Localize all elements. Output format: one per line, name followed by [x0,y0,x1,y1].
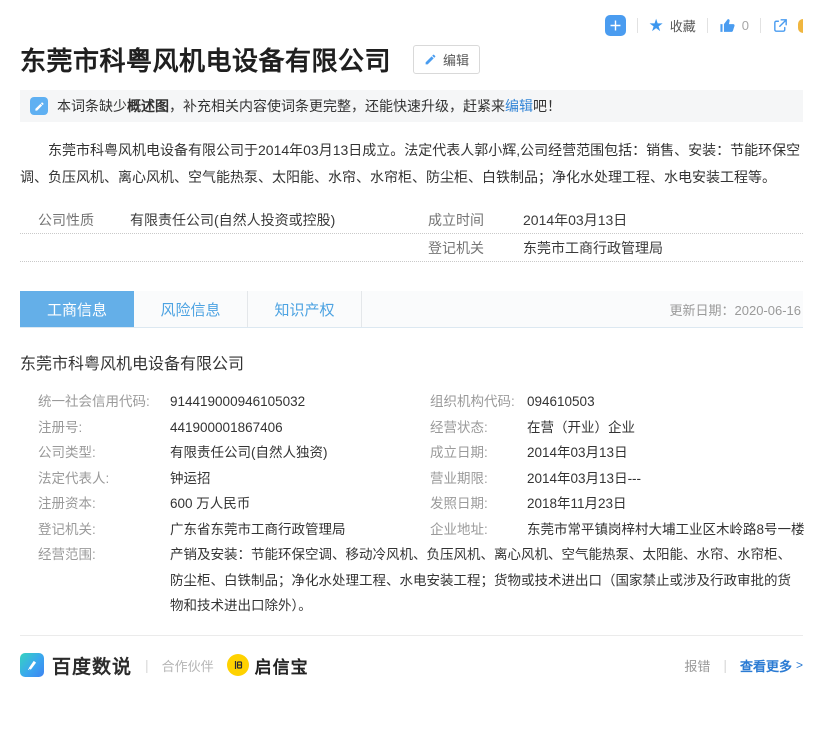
baidu-shushuo-brand-name: 百度数说 [52,652,132,679]
edit-button[interactable]: 编辑 [413,45,480,74]
thumbs-up-icon [719,17,736,34]
qixinbao-logo-icon [227,654,249,676]
field-label: 公司性质 [38,210,130,230]
report-error-link[interactable]: 报错 [684,656,710,675]
update-date: 更新日期：2020-06-16 [670,291,804,327]
qixinbao-brand[interactable]: 启信宝 [227,653,309,678]
share-button[interactable] [772,17,789,34]
notice-suffix: 吧！ [533,98,561,114]
tab-intellectual-property[interactable]: 知识产权 [248,291,362,327]
field-value: 东莞市常平镇岗梓村大埔工业区木岭路8号一楼 [527,517,805,543]
field-label: 营业期限: [430,466,527,492]
top-toolbar: ★ 收藏 0 [20,0,803,38]
toolbar-divider [707,18,708,33]
like-button[interactable]: 0 [719,17,749,34]
notice-text: 本词条缺少概述图，补充相关内容使词条更完整，还能快速升级，赶紧来编辑吧！ [57,96,561,116]
field-value: 东莞市工商行政管理局 [523,238,803,258]
page-title: 东莞市科粤风机电设备有限公司 [20,41,391,78]
qixinbao-brand-name: 启信宝 [255,653,309,678]
edit-button-label: 编辑 [443,50,469,69]
field-label: 法定代表人: [38,466,170,492]
detail-row: 统一社会信用代码: 914419000946105032 组织机构代码: 094… [20,389,803,415]
toolbar-divider [637,18,638,33]
field-label: 登记机关 [428,238,523,258]
favorite-button[interactable]: ★ 收藏 [649,16,696,35]
star-icon: ★ [649,17,664,34]
field-value: 2018年11月23日 [527,491,803,517]
detail-row: 公司类型: 有限责任公司(自然人独资) 成立日期: 2014年03月13日 [20,440,803,466]
tab-business-info[interactable]: 工商信息 [20,291,134,327]
pencil-icon [424,53,437,66]
footer: 百度数说 | 合作伙伴 启信宝 报错 | 查看更多 > [20,636,803,682]
footer-separator: | [145,657,149,673]
field-value: 2014年03月13日 [527,440,803,466]
detail-row: 登记机关: 广东省东莞市工商行政管理局 企业地址: 东莞市常平镇岗梓村大埔工业区… [20,517,803,543]
field-label: 成立时间 [428,210,523,230]
field-label: 经营范围: [38,542,170,619]
field-value: 产销及安装：节能环保空调、移动冷风机、负压风机、离心风机、空气能热泵、太阳能、水… [170,542,803,619]
basic-info-table: 公司性质 有限责任公司(自然人投资或控股) 成立时间 2014年03月13日 登… [20,206,803,262]
detail-company-name: 东莞市科粤风机电设备有限公司 [20,350,803,374]
clipped-edge-icon [798,19,803,33]
detail-row: 注册资本: 600 万人民币 发照日期: 2018年11月23日 [20,491,803,517]
chevron-right-icon: > [796,658,803,672]
notice-pencil-icon [30,97,48,115]
registration-detail-grid: 统一社会信用代码: 914419000946105032 组织机构代码: 094… [20,389,803,619]
footer-right: 报错 | 查看更多 > [684,656,803,675]
footer-separator: | [723,657,727,673]
field-label: 公司类型: [38,440,170,466]
field-value: 有限责任公司(自然人投资或控股) [130,210,428,230]
field-label: 经营状态: [430,415,527,441]
view-more-link[interactable]: 查看更多 > [740,656,803,675]
detail-row: 法定代表人: 钟运招 营业期限: 2014年03月13日--- [20,466,803,492]
partner-label: 合作伙伴 [162,656,214,675]
basic-info-row: 登记机关 东莞市工商行政管理局 [20,234,803,262]
toolbar-divider [760,18,761,33]
add-button[interactable] [605,15,626,36]
field-value: 600 万人民币 [170,491,430,517]
notice-edit-link[interactable]: 编辑 [505,98,533,114]
view-more-label: 查看更多 [740,656,792,675]
favorite-label: 收藏 [670,16,696,35]
field-label: 注册资本: [38,491,170,517]
page: ★ 收藏 0 东莞市科粤风机电设备有限公司 编辑 本词条缺少概述图，补充相关内容… [0,0,823,753]
notice-middle: ，补充相关内容使词条更完整，还能快速升级，赶紧来 [169,98,505,114]
share-icon [772,17,789,34]
basic-info-row: 公司性质 有限责任公司(自然人投资或控股) 成立时间 2014年03月13日 [20,206,803,234]
field-label: 组织机构代码: [430,389,527,415]
baidu-shushuo-logo-icon [20,653,44,677]
title-row: 东莞市科粤风机电设备有限公司 编辑 [20,40,803,78]
field-value: 在营（开业）企业 [527,415,803,441]
field-label: 注册号: [38,415,170,441]
tab-risk-info[interactable]: 风险信息 [134,291,248,327]
field-value: 441900001867406 [170,415,430,441]
field-label: 成立日期: [430,440,527,466]
field-label: 统一社会信用代码: [38,389,170,415]
field-value: 广东省东莞市工商行政管理局 [170,517,430,543]
field-value: 914419000946105032 [170,389,430,415]
field-value: 094610503 [527,389,803,415]
notice-prefix: 本词条缺少 [57,98,127,114]
field-label: 登记机关: [38,517,170,543]
notice-bar: 本词条缺少概述图，补充相关内容使词条更完整，还能快速升级，赶紧来编辑吧！ [20,90,803,122]
baidu-shushuo-brand[interactable]: 百度数说 [20,652,132,679]
field-value: 有限责任公司(自然人独资) [170,440,430,466]
field-label: 企业地址: [430,517,527,543]
tab-bar: 工商信息 风险信息 知识产权 更新日期：2020-06-16 [20,291,803,328]
field-value: 钟运招 [170,466,430,492]
company-summary: 东莞市科粤风机电设备有限公司于2014年03月13日成立。法定代表人郭小辉,公司… [20,137,803,191]
detail-row: 注册号: 441900001867406 经营状态: 在营（开业）企业 [20,415,803,441]
field-value: 2014年03月13日 [523,210,803,230]
field-label: 发照日期: [430,491,527,517]
field-value: 2014年03月13日--- [527,466,803,492]
business-scope-row: 经营范围: 产销及安装：节能环保空调、移动冷风机、负压风机、离心风机、空气能热泵… [20,542,803,619]
notice-bold: 概述图 [127,98,169,114]
plus-icon [607,17,624,34]
like-count: 0 [742,18,749,33]
